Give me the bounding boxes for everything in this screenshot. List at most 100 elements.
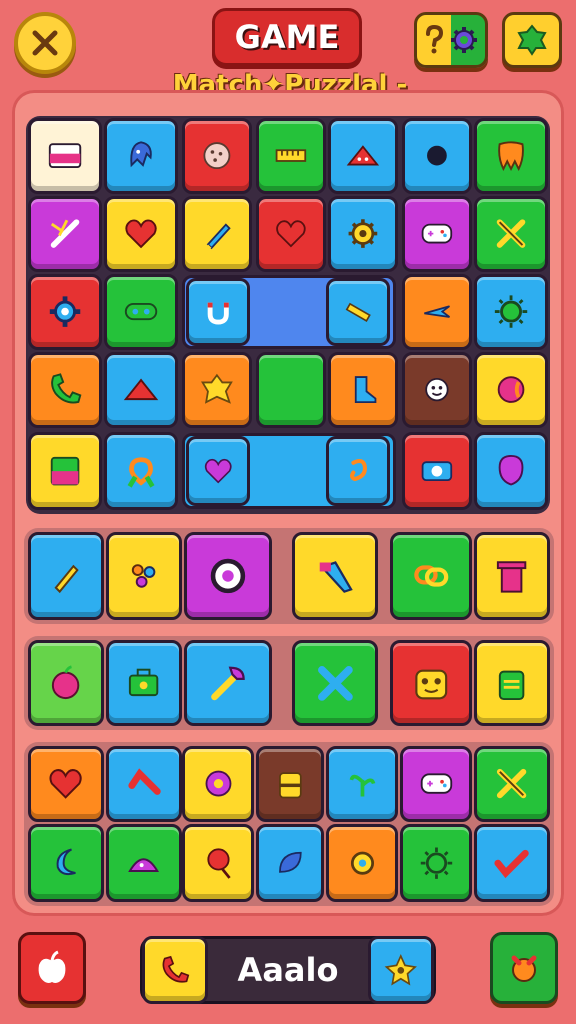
jar-icon xyxy=(278,772,302,799)
puzzle-tile[interactable] xyxy=(104,352,178,428)
chain-icon xyxy=(413,565,449,587)
puzzle-tile[interactable] xyxy=(328,196,398,272)
crayon-icon xyxy=(54,564,80,594)
puzzle-tile[interactable] xyxy=(474,196,548,272)
puzzle-tile[interactable] xyxy=(182,352,252,428)
puzzle-tile[interactable] xyxy=(474,532,550,620)
puzzle-tile[interactable] xyxy=(28,640,104,726)
fruit-button[interactable] xyxy=(18,932,86,1004)
candy-button[interactable] xyxy=(490,932,558,1004)
puzzle-tile[interactable] xyxy=(400,824,472,902)
ring-icon xyxy=(421,140,453,172)
puzzle-tile[interactable] xyxy=(28,746,104,822)
ribbon-icon xyxy=(127,457,155,488)
puzzle-tile[interactable] xyxy=(292,640,378,726)
puzzle-tile[interactable] xyxy=(474,118,548,194)
ruler-icon xyxy=(275,149,307,163)
puzzle-tile[interactable] xyxy=(256,196,326,272)
puzzle-tile[interactable] xyxy=(474,432,548,510)
puzzle-tile[interactable] xyxy=(402,352,472,428)
mountain-icon xyxy=(346,145,380,166)
puzzle-tile[interactable] xyxy=(326,436,390,506)
puzzle-tile[interactable] xyxy=(474,746,550,822)
puzzle-tile[interactable] xyxy=(28,196,102,272)
heart2-icon xyxy=(204,458,232,484)
card-icon xyxy=(48,143,82,169)
phone-icon xyxy=(51,373,82,404)
puzzle-tile[interactable] xyxy=(106,746,182,822)
puzzle-tile[interactable] xyxy=(104,274,178,350)
heart-icon xyxy=(49,769,83,800)
puzzle-tile[interactable] xyxy=(28,432,102,510)
apple-icon xyxy=(52,664,80,699)
puzzle-tile[interactable] xyxy=(28,532,104,620)
puzzle-tile[interactable] xyxy=(326,824,398,902)
check-icon xyxy=(128,768,162,796)
puzzle-tile[interactable] xyxy=(28,352,102,428)
puzzle-tile[interactable] xyxy=(256,352,326,428)
flower-icon xyxy=(425,378,449,402)
ghost-icon xyxy=(130,141,152,168)
phone-icon xyxy=(162,955,190,983)
puzzle-tile[interactable] xyxy=(256,118,326,194)
puzzle-tile[interactable] xyxy=(104,118,178,194)
puzzle-tile[interactable] xyxy=(182,824,254,902)
puzzle-tile[interactable] xyxy=(28,274,102,350)
leaf-icon xyxy=(278,851,302,873)
puzzle-tile[interactable] xyxy=(106,532,182,620)
cog2-icon xyxy=(350,851,374,875)
puzzle-tile[interactable] xyxy=(326,746,398,822)
puzzle-tile[interactable] xyxy=(402,432,472,510)
puzzle-tile[interactable] xyxy=(256,824,324,902)
puzzle-tile[interactable] xyxy=(474,824,550,902)
puzzle-tile[interactable] xyxy=(28,824,104,902)
puzzle-tile[interactable] xyxy=(28,118,102,194)
balloon-icon xyxy=(498,454,524,486)
puzzle-tile[interactable] xyxy=(402,196,472,272)
swirl-icon xyxy=(349,459,367,482)
puzzle-tile[interactable] xyxy=(182,746,254,822)
puzzle-tile[interactable] xyxy=(474,274,548,350)
puzzle-tile[interactable] xyxy=(186,436,250,506)
chainring-icon xyxy=(210,558,246,594)
puzzle-tile[interactable] xyxy=(292,532,378,620)
phone-tile[interactable] xyxy=(142,936,208,1004)
puzzle-tile[interactable] xyxy=(402,118,472,194)
puzzle-tile[interactable] xyxy=(474,640,550,726)
puzzle-tile[interactable] xyxy=(186,278,250,346)
donut-icon xyxy=(205,771,231,797)
pencil-icon xyxy=(206,223,231,251)
cog-icon xyxy=(49,296,81,328)
puzzle-tile[interactable] xyxy=(256,746,324,822)
lolly-icon xyxy=(206,848,231,879)
puzzle-tile[interactable] xyxy=(104,196,178,272)
tiles-layer xyxy=(0,0,576,1024)
puzzle-tile[interactable] xyxy=(184,640,272,726)
puzzle-tile[interactable] xyxy=(390,532,472,620)
gear-icon xyxy=(348,219,378,249)
puzzle-tile[interactable] xyxy=(182,196,252,272)
star-icon xyxy=(384,953,418,986)
puzzle-tile[interactable] xyxy=(106,640,182,726)
puzzle-tile[interactable] xyxy=(104,432,178,510)
puzzle-tile[interactable] xyxy=(328,118,398,194)
moon-icon xyxy=(56,848,77,875)
sun-icon xyxy=(420,847,452,879)
battery-icon xyxy=(499,670,525,700)
puzzle-tile[interactable] xyxy=(184,532,272,620)
heart-icon xyxy=(276,220,306,248)
monster-icon xyxy=(415,669,447,699)
puzzle-tile[interactable] xyxy=(106,824,182,902)
candy-icon xyxy=(511,955,537,982)
puzzle-tile[interactable] xyxy=(182,118,252,194)
puzzle-tile[interactable] xyxy=(400,746,472,822)
puzzle-tile[interactable] xyxy=(328,352,398,428)
puzzle-tile[interactable] xyxy=(390,640,472,726)
tools-icon xyxy=(496,219,526,249)
puzzle-tile[interactable] xyxy=(402,274,472,350)
wand-icon xyxy=(50,219,80,249)
puzzle-tile[interactable] xyxy=(474,352,548,428)
hat-icon xyxy=(128,858,160,872)
star-tile[interactable] xyxy=(368,936,434,1004)
puzzle-tile[interactable] xyxy=(326,278,390,346)
